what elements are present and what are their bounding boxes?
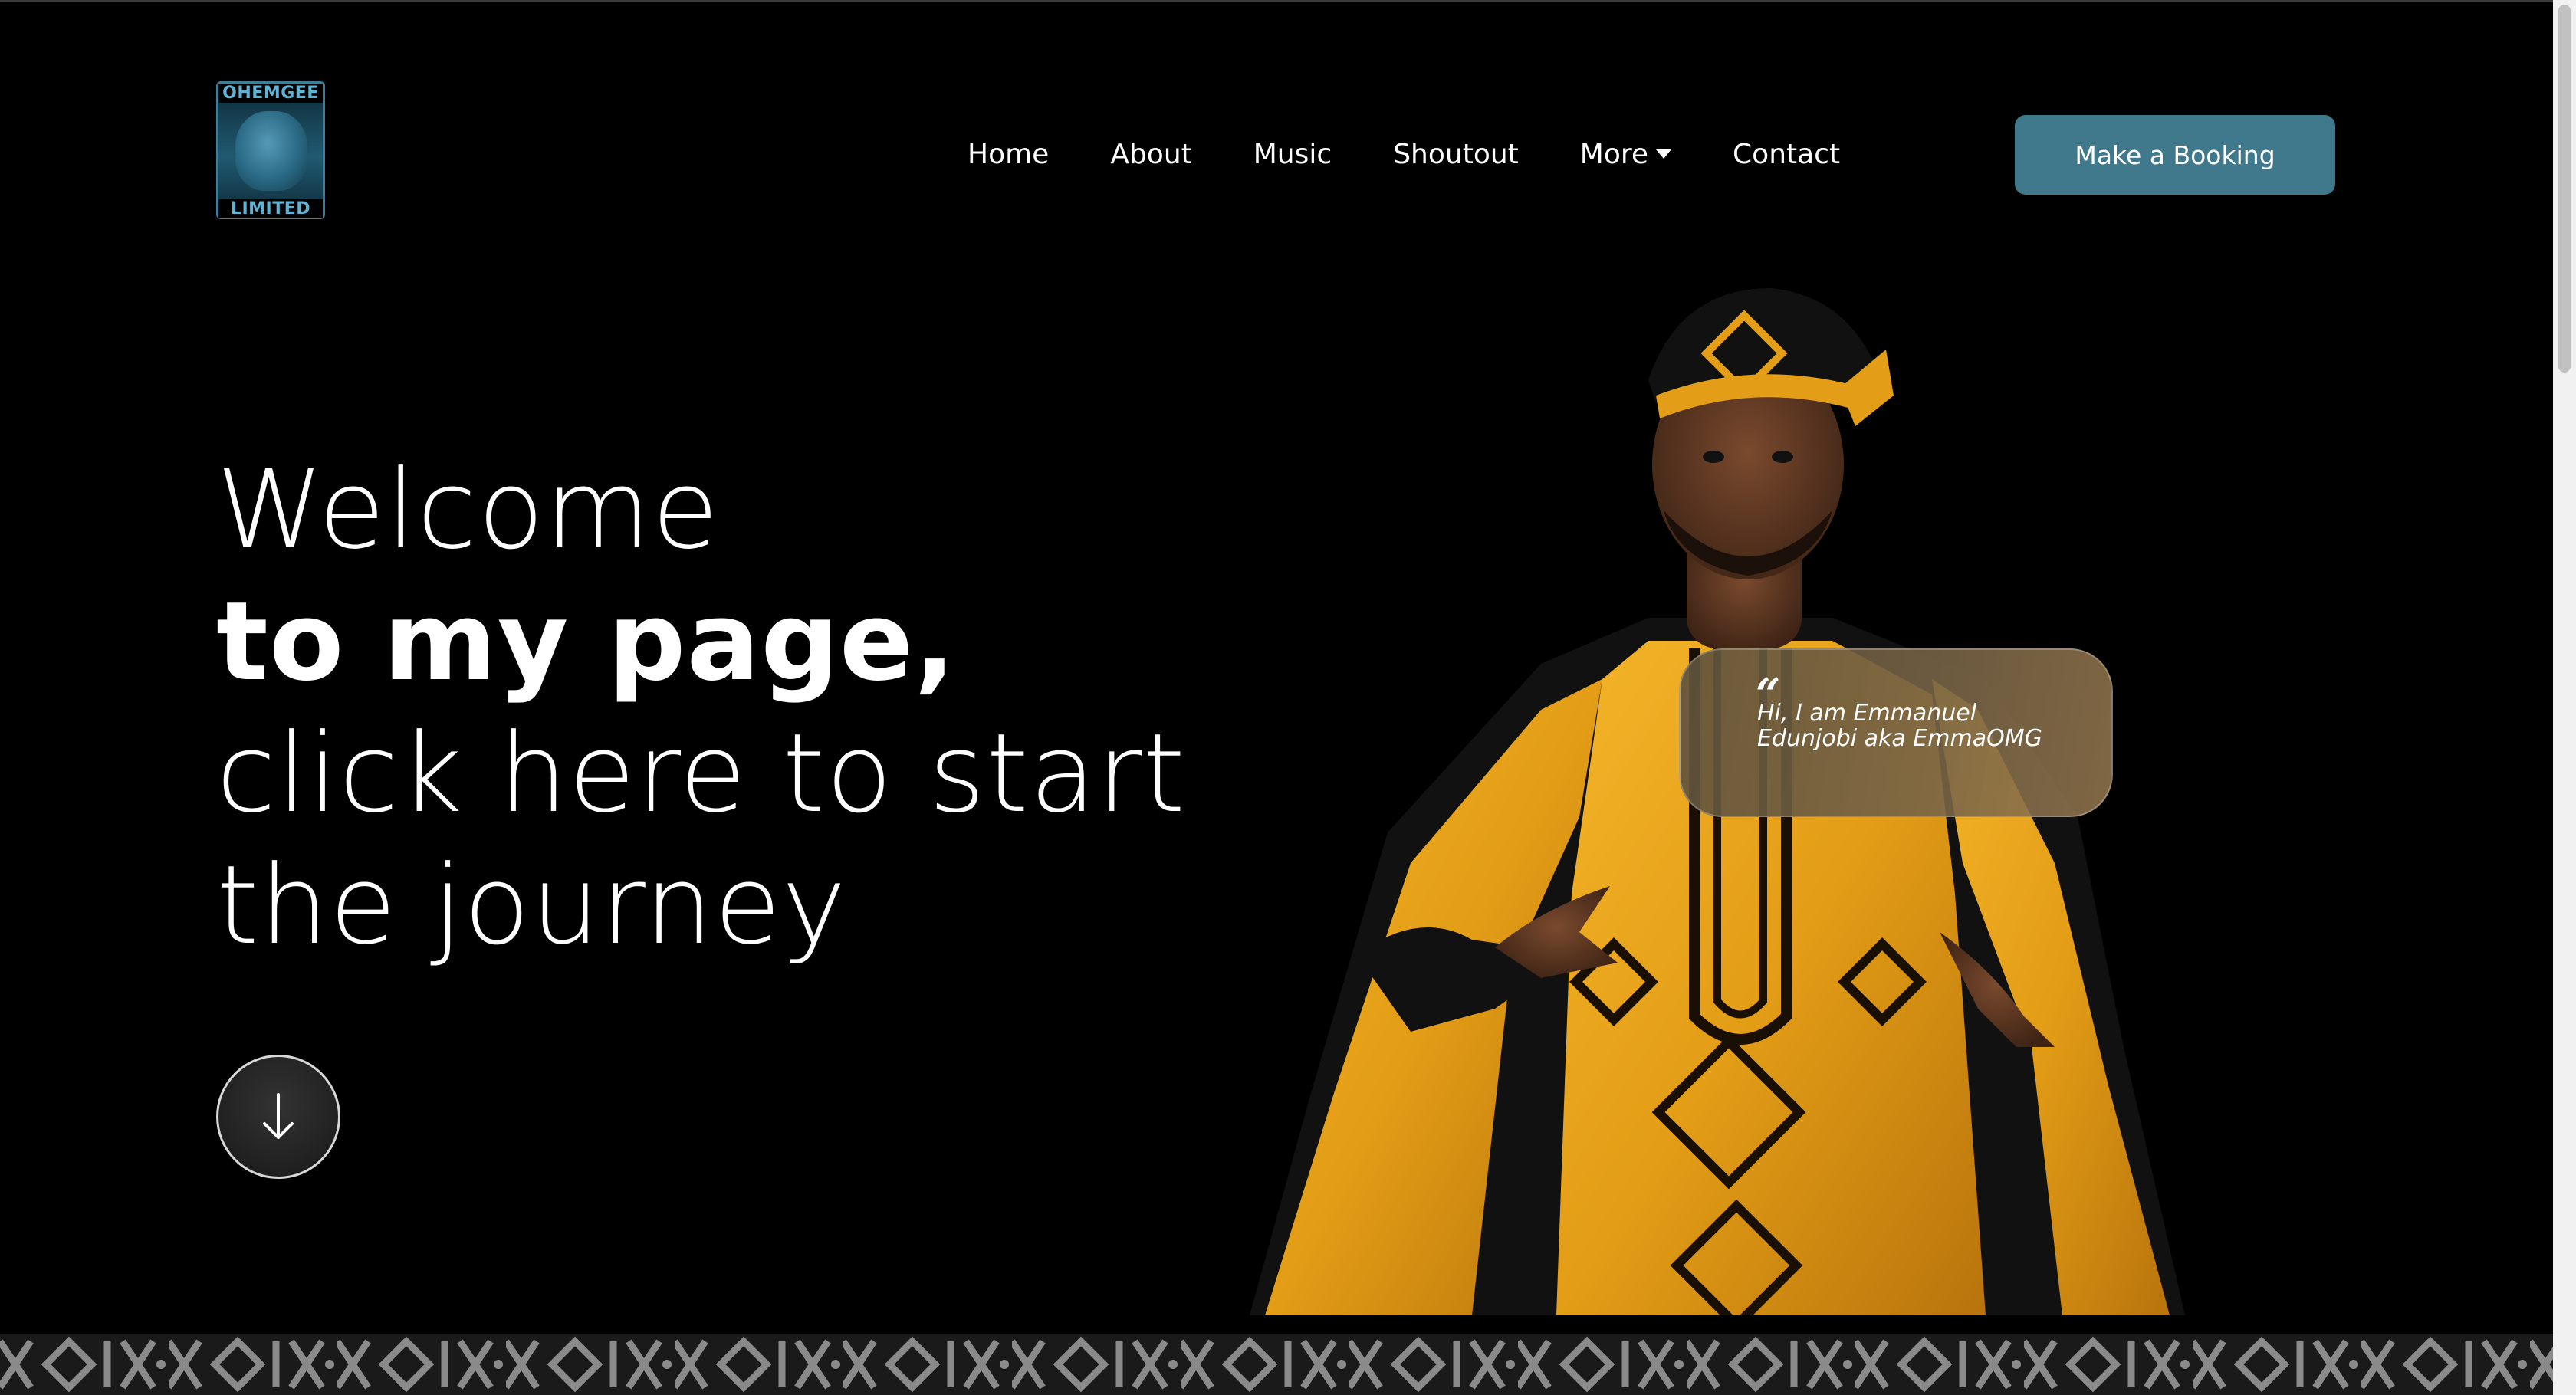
logo-bottom-text: LIMITED (219, 199, 323, 218)
nav-item-contact[interactable]: Contact (1733, 139, 1840, 170)
logo-top-text: OHEMGEE (219, 84, 323, 103)
hero-line-journey: the journey (216, 842, 847, 969)
site-logo[interactable]: OHEMGEE LIMITED (216, 81, 325, 219)
caret-down-icon (1656, 149, 1672, 159)
scroll-down-button[interactable] (216, 1055, 340, 1179)
nav-item-label: More (1579, 138, 1649, 170)
nav-item-label: Music (1253, 138, 1332, 170)
nav-item-about[interactable]: About (1110, 139, 1191, 170)
page-scrollbar[interactable] (2553, 0, 2576, 1395)
tribal-pattern-band (0, 1334, 2553, 1395)
nav-item-music[interactable]: Music (1254, 139, 1332, 170)
logo-portrait-icon (235, 111, 307, 191)
intro-text: Hi, I am Emmanuel Edunjobi aka EmmaOMG (1757, 700, 2042, 752)
arrow-down-icon (263, 1093, 294, 1139)
window-top-border (0, 0, 2576, 2)
hero-line-click-here: click here to start (216, 711, 1186, 837)
scrollbar-thumb[interactable] (2558, 5, 2571, 373)
nav-item-home[interactable]: Home (968, 139, 1049, 170)
hero-heading[interactable]: Welcome to my page, click here to start … (216, 445, 1213, 972)
page: OHEMGEE LIMITED Home About Music Shoutou… (0, 0, 2576, 1395)
make-booking-button[interactable]: Make a Booking (2015, 115, 2335, 195)
nav-item-shoutout[interactable]: Shoutout (1393, 139, 1519, 170)
nav-item-label: Contact (1733, 138, 1841, 170)
main-nav: Home About Music Shoutout More Contact (968, 130, 1840, 178)
intro-speech-bubble: “ Hi, I am Emmanuel Edunjobi aka EmmaOMG (1679, 648, 2113, 817)
nav-item-more-dropdown[interactable]: More (1579, 138, 1672, 170)
nav-item-label: About (1110, 138, 1192, 170)
nav-item-label: Shoutout (1393, 138, 1519, 170)
pattern-decoration-icon (0, 1334, 2553, 1395)
hero-line-welcome: Welcome (216, 447, 720, 573)
nav-item-label: Home (968, 138, 1050, 170)
hero-line-to-my-page: to my page, (216, 579, 957, 705)
